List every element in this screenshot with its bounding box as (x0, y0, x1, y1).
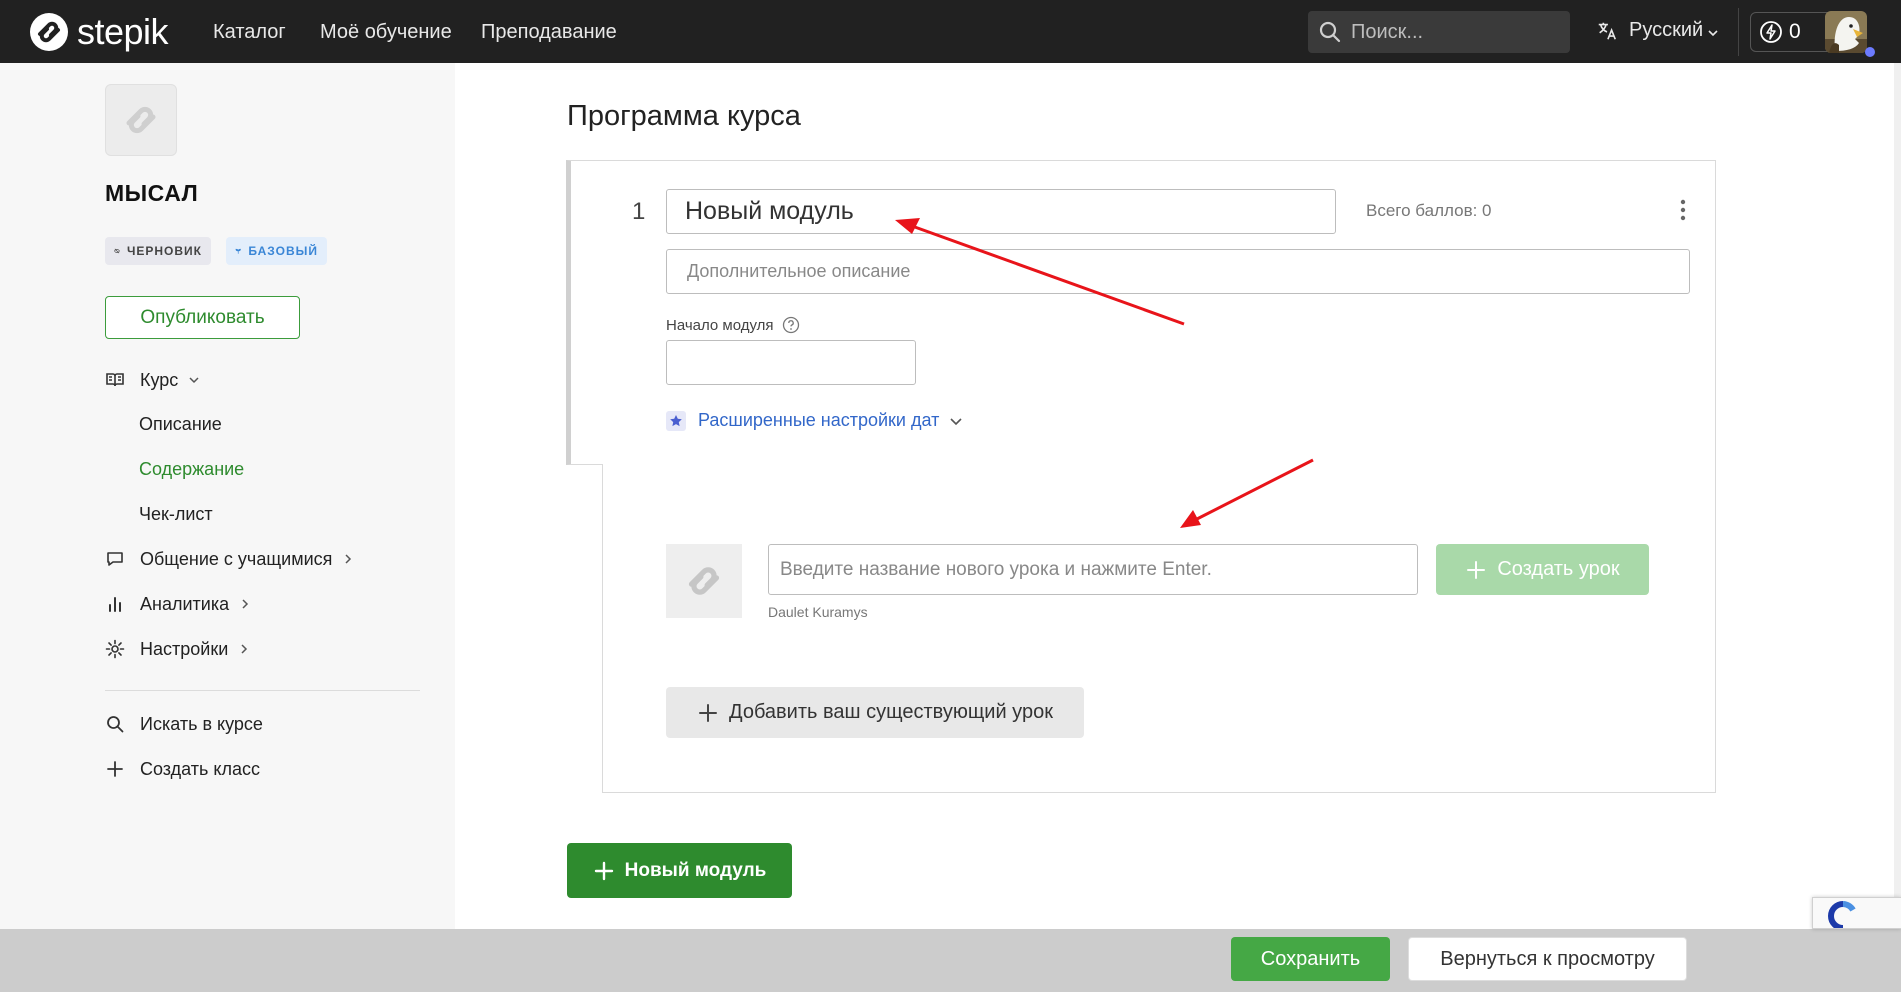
stepik-placeholder-icon (688, 567, 720, 595)
publish-button[interactable]: Опубликовать (105, 296, 300, 339)
sidebar-item-search-course[interactable]: Искать в курсе (105, 713, 263, 735)
sidebar-item-checklist[interactable]: Чек-лист (139, 503, 213, 525)
lesson-thumbnail (666, 544, 742, 618)
sidebar-item-analytics[interactable]: Аналитика (105, 593, 251, 615)
nav-catalog[interactable]: Каталог (213, 20, 286, 44)
advanced-date-settings-link[interactable]: Расширенные настройки дат (666, 410, 963, 431)
basic-badge-label: БАЗОВЫЙ (248, 244, 318, 258)
back-to-view-button[interactable]: Вернуться к просмотру (1408, 937, 1687, 981)
sprout-icon (235, 248, 241, 254)
new-module-button[interactable]: Новый модуль (567, 843, 792, 898)
plus-icon (594, 861, 613, 880)
module-description-input[interactable]: Дополнительное описание (666, 249, 1690, 294)
search-placeholder: Поиск... (1351, 21, 1424, 43)
language-label: Русский (1629, 19, 1704, 41)
search-icon (1319, 21, 1341, 43)
sidebar-divider (105, 690, 420, 691)
recaptcha-icon (1828, 901, 1856, 928)
sidebar-item-course-label: Курс (140, 370, 179, 390)
chevron-down-icon (1708, 29, 1718, 36)
nav-my-learning[interactable]: Моё обучение (320, 20, 452, 44)
advanced-date-settings-label: Расширенные настройки дат (698, 410, 940, 430)
create-lesson-label: Создать урок (1497, 558, 1620, 580)
stepik-logo-icon (30, 13, 68, 51)
module-start-label-text: Начало модуля (666, 316, 774, 334)
course-title: МЫСАЛ (105, 180, 199, 206)
page-title: Программа курса (567, 100, 801, 132)
plus-icon (1467, 560, 1486, 579)
course-logo-icon (126, 106, 156, 134)
language-selector[interactable]: Русский (1596, 19, 1719, 42)
module-total-points: Всего баллов: 0 (1366, 201, 1492, 220)
notification-dot (1865, 47, 1875, 57)
plus-icon (699, 703, 718, 722)
header-divider (1738, 8, 1739, 56)
star-icon (666, 410, 686, 431)
new-lesson-input[interactable]: Введите название нового урока и нажмите … (768, 544, 1418, 595)
user-avatar[interactable] (1825, 11, 1867, 53)
bar-chart-icon (109, 597, 121, 612)
chevron-right-icon (345, 554, 352, 564)
lesson-author: Daulet Kuramys (768, 604, 868, 620)
sidebar-item-create-class-label: Создать класс (140, 759, 260, 779)
draft-badge-label: ЧЕРНОВИК (126, 244, 202, 258)
module-start-label: Начало модуля (666, 316, 800, 334)
sidebar-item-analytics-label: Аналитика (140, 594, 230, 614)
sidebar-item-settings[interactable]: Настройки (105, 638, 250, 660)
translate-icon (1598, 22, 1617, 40)
sidebar-item-communication[interactable]: Общение с учащимися (105, 548, 354, 570)
gear-icon (105, 639, 125, 659)
sidebar-item-communication-label: Общение с учащимися (140, 549, 333, 569)
energy-count: 0 (1789, 20, 1801, 43)
help-circle-icon[interactable] (782, 316, 800, 334)
logo-text: stepik (77, 11, 169, 52)
stepik-logo[interactable]: stepik (29, 11, 169, 52)
add-existing-lesson-label: Добавить ваш существующий урок (729, 701, 1053, 723)
draft-badge: ЧЕРНОВИК (105, 237, 211, 265)
module-start-date-input[interactable] (666, 340, 916, 385)
chevron-down-icon (189, 377, 199, 384)
sidebar-item-settings-label: Настройки (140, 639, 229, 659)
module-number: 1 (632, 198, 646, 225)
sidebar-item-course[interactable]: Курс (105, 369, 200, 391)
lightning-icon (1760, 21, 1782, 43)
basic-badge: БАЗОВЫЙ (226, 237, 327, 265)
eye-off-icon (114, 248, 120, 254)
nav-teaching[interactable]: Преподавание (481, 20, 617, 44)
book-icon (106, 373, 124, 387)
add-existing-lesson-button[interactable]: Добавить ваш существующий урок (666, 687, 1084, 738)
sidebar-item-search-course-label: Искать в курсе (140, 714, 263, 734)
save-button[interactable]: Сохранить (1231, 937, 1390, 981)
sidebar-item-content[interactable]: Содержание (139, 458, 244, 480)
lessons-container (602, 464, 1716, 793)
chevron-right-icon (241, 644, 248, 654)
eagle-avatar-icon (1825, 11, 1867, 53)
new-module-label: Новый модуль (624, 859, 767, 881)
recaptcha-badge (1812, 897, 1901, 929)
chevron-right-icon (242, 599, 249, 609)
course-sidebar (0, 63, 455, 929)
plus-icon (107, 761, 123, 777)
more-vertical-icon[interactable] (1679, 198, 1687, 222)
top-navigation-bar: stepik Каталог Моё обучение Преподавание… (0, 0, 1901, 63)
course-logo (105, 84, 177, 156)
chat-icon (107, 552, 123, 566)
search-input[interactable]: Поиск... (1308, 11, 1570, 53)
chevron-down-icon (950, 417, 962, 425)
create-lesson-button[interactable]: Создать урок (1436, 544, 1649, 595)
search-icon (107, 716, 124, 733)
energy-counter[interactable]: 0 (1750, 12, 1834, 52)
scrollbar[interactable] (1894, 63, 1901, 929)
module-name-input[interactable]: Новый модуль (666, 189, 1336, 234)
sidebar-item-create-class[interactable]: Создать класс (105, 758, 260, 780)
sidebar-item-description[interactable]: Описание (139, 413, 222, 435)
